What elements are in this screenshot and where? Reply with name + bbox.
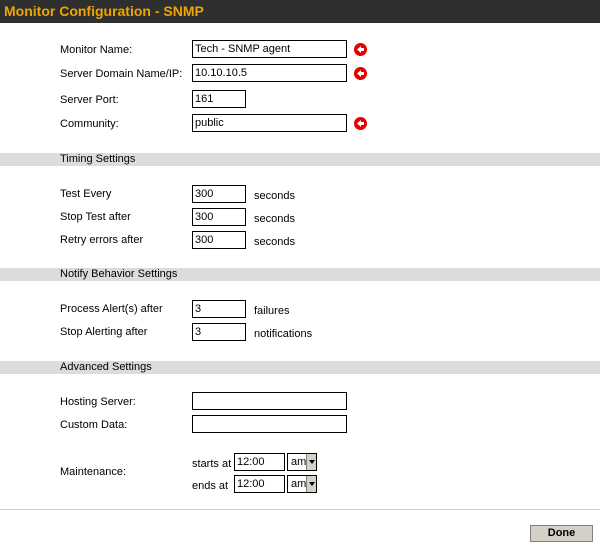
custom-data-input[interactable] [192, 415, 347, 433]
stop-test-label: Stop Test after [60, 211, 131, 223]
test-every-input[interactable] [192, 185, 246, 203]
chevron-down-icon[interactable] [306, 454, 316, 470]
stop-test-unit: seconds [254, 213, 295, 225]
custom-data-label: Custom Data: [60, 419, 128, 431]
page-title: Monitor Configuration - SNMP [0, 0, 600, 23]
monitor-name-label: Monitor Name: [60, 44, 133, 56]
ends-at-ampm-value: am [291, 478, 307, 490]
chevron-down-icon[interactable] [306, 476, 316, 492]
server-port-label: Server Port: [60, 94, 119, 106]
ends-at-ampm-select[interactable]: am [287, 475, 317, 493]
starts-at-time-input[interactable] [234, 453, 285, 471]
test-every-label: Test Every [60, 188, 112, 200]
stop-alerting-label: Stop Alerting after [60, 326, 148, 338]
monitor-name-input[interactable] [192, 40, 347, 58]
ends-at-time-input[interactable] [234, 475, 285, 493]
required-arrow-icon [354, 117, 367, 130]
process-alerts-unit: failures [254, 305, 290, 317]
footer-divider [0, 509, 600, 510]
advanced-settings-title: Advanced Settings [60, 361, 152, 373]
notify-settings-title: Notify Behavior Settings [60, 268, 178, 280]
hosting-server-input[interactable] [192, 392, 347, 410]
community-input[interactable] [192, 114, 347, 132]
process-alerts-label: Process Alert(s) after [60, 303, 163, 315]
starts-at-label: starts at [192, 458, 232, 470]
community-label: Community: [60, 118, 119, 130]
maintenance-label: Maintenance: [60, 466, 127, 478]
timing-settings-title: Timing Settings [60, 153, 136, 165]
test-every-unit: seconds [254, 190, 295, 202]
required-arrow-icon [354, 67, 367, 80]
server-port-input[interactable] [192, 90, 246, 108]
process-alerts-input[interactable] [192, 300, 246, 318]
stop-alerting-input[interactable] [192, 323, 246, 341]
done-button[interactable]: Done [530, 525, 593, 542]
hosting-server-label: Hosting Server: [60, 396, 136, 408]
notify-settings-header: Notify Behavior Settings [0, 268, 600, 281]
starts-at-ampm-select[interactable]: am [287, 453, 317, 471]
server-domain-input[interactable] [192, 64, 347, 82]
ends-at-label: ends at [192, 480, 229, 492]
stop-test-input[interactable] [192, 208, 246, 226]
timing-settings-header: Timing Settings [0, 153, 600, 166]
starts-at-ampm-value: am [291, 456, 307, 468]
retry-errors-label: Retry errors after [60, 234, 144, 246]
retry-errors-unit: seconds [254, 236, 295, 248]
required-arrow-icon [354, 43, 367, 56]
server-domain-label: Server Domain Name/IP: [60, 68, 183, 80]
stop-alerting-unit: notifications [254, 328, 313, 340]
advanced-settings-header: Advanced Settings [0, 361, 600, 374]
retry-errors-input[interactable] [192, 231, 246, 249]
monitor-config-page: Monitor Configuration - SNMP Monitor Nam… [0, 0, 600, 559]
